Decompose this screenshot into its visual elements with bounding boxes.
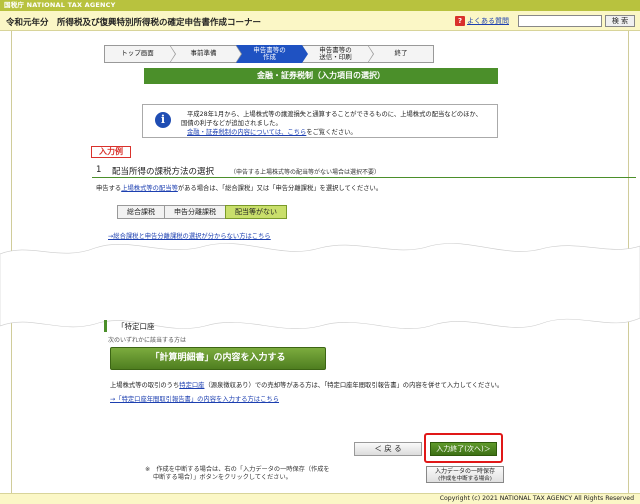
faq-label[interactable]: よくある質問	[467, 16, 509, 26]
info-text-line2: 国債の利子などが追加されました。	[181, 120, 282, 127]
info-box: i 平成28年1月から、上場株式等の譲渡損失と通算することができるものに、上場株…	[142, 104, 498, 138]
section-note: （申告する上場株式等の配当等がない場合は選択不要）	[230, 169, 381, 176]
choice-no-dividends[interactable]: 配当等がない	[225, 205, 287, 219]
tokutei-section-heading: 「特定口座	[104, 320, 634, 332]
info-link-suffix: をご覧ください。	[306, 129, 357, 136]
finish-input-next-button[interactable]: 入力終了(次へ)＞	[430, 442, 497, 456]
search-input[interactable]	[518, 15, 602, 27]
choice-separate[interactable]: 申告分離課税	[164, 205, 225, 219]
progress-stepper: トップ画面 事前準備 申告書等の 作成 申告書等の 送信・印刷 終了	[104, 45, 434, 63]
statement-suffix: （源泉徴収あり）での売却等がある方は、「特定口座年間取引報告書」の内容を併せて入…	[204, 382, 504, 389]
step-preparation: 事前準備	[170, 45, 242, 63]
statement-prefix: 上場株式等の取引のうち	[110, 382, 180, 389]
footnote: ※ 作成を中断する場合は、右の「入力データの一時保存（作成を 中断する場合）」ボ…	[145, 466, 330, 482]
info-icon: i	[155, 112, 171, 128]
search-button[interactable]: 検 索	[605, 15, 635, 27]
desc-suffix: がある場合は、「総合課税」又は「申告分離課税」を選択してください。	[177, 185, 383, 192]
section-title: 配当所得の課税方法の選択	[112, 167, 215, 177]
step-create-return: 申告書等の 作成	[236, 45, 308, 63]
step-top: トップ画面	[104, 45, 176, 63]
taxation-method-choices: 総合課税 申告分離課税 配当等がない	[117, 205, 287, 219]
temp-save-label: 入力データの一時保存	[434, 468, 495, 475]
footnote-line1: ※ 作成を中断する場合は、右の「入力データの一時保存（作成を	[145, 466, 330, 473]
back-button[interactable]: ＜ 戻 る	[354, 442, 422, 456]
tokutei-section-desc: 次のいずれかに該当する方は	[108, 337, 187, 344]
next-button-highlight: 入力終了(次へ)＞	[424, 433, 503, 463]
copyright: Copyright (c) 2021 NATIONAL TAX AGENCY A…	[0, 493, 640, 504]
tokutei-statement: 上場株式等の取引のうち特定口座（源泉徴収あり）での売却等がある方は、「特定口座年…	[110, 380, 503, 389]
step-finish: 終了	[368, 45, 434, 63]
section-description: 申告する上場株式等の配当等がある場合は、「総合課税」又は「申告分離課税」を選択し…	[96, 183, 382, 192]
temp-save-button[interactable]: 入力データの一時保存 (作成を中断する場合)	[426, 466, 504, 483]
app-title: 令和元年分 所得税及び復興特別所得税の確定申告書作成コーナー	[6, 18, 262, 28]
section-number: 1	[96, 165, 102, 175]
enter-calculation-statement-button[interactable]: 「計算明細書」の内容を入力する	[110, 347, 326, 370]
tax-system-info-link[interactable]: 金融・証券税制の内容については、こちら	[187, 129, 306, 136]
section-heading: 1 配当所得の課税方法の選択 （申告する上場株式等の配当等がない場合は選択不要）	[92, 163, 636, 178]
step-submit-print: 申告書等の 送信・印刷	[302, 45, 374, 63]
footnote-line2: 中断する場合）」ボタンをクリックしてください。	[153, 474, 292, 481]
temp-save-sublabel: (作成を中断する場合)	[438, 475, 492, 482]
annual-report-link[interactable]: →「特定口座年間取引報告書」の内容を入力する方はこちら	[110, 394, 279, 403]
page-title: 金融・証券税制（入力項目の選択）	[144, 68, 498, 84]
input-example-tag: 入力例	[91, 146, 131, 158]
info-text-line1: 平成28年1月から、上場株式等の譲渡損失と通算することができるものに、上場株式の…	[187, 111, 482, 118]
faq-link[interactable]: ? よくある質問	[455, 16, 509, 26]
tokutei-account-link[interactable]: 特定口座	[179, 382, 204, 389]
title-bar: 令和元年分 所得税及び復興特別所得税の確定申告書作成コーナー ? よくある質問 …	[0, 11, 640, 31]
listed-dividends-link[interactable]: 上場株式等の配当等	[121, 185, 178, 192]
agency-banner: 国税庁 NATIONAL TAX AGENCY	[0, 0, 640, 11]
info-text-line3: 金融・証券税制の内容については、こちらをご覧ください。	[187, 127, 357, 136]
help-icon: ?	[455, 16, 465, 26]
desc-prefix: 申告する	[96, 185, 122, 192]
tokutei-section-title: 「特定口座	[117, 322, 155, 331]
choice-comprehensive[interactable]: 総合課税	[117, 205, 164, 219]
